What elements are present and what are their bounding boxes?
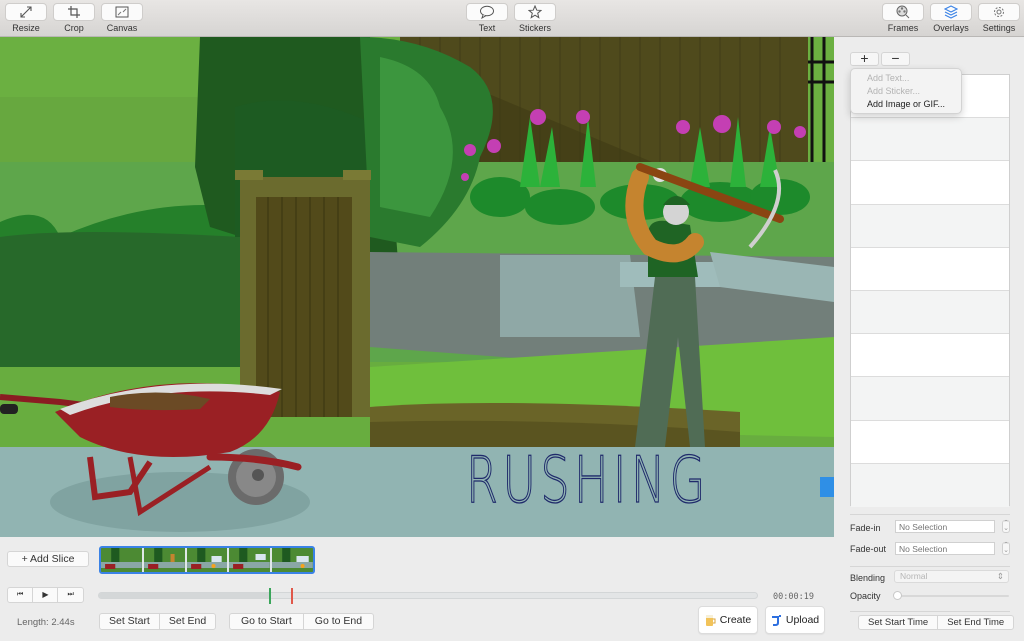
timeline-progress (99, 593, 271, 598)
overlay-list-row[interactable] (851, 161, 1009, 205)
layers-icon (944, 5, 958, 19)
chevron-updown-icon: ⇕ (996, 571, 1004, 581)
go-to-end-button[interactable]: Go to End (304, 614, 373, 629)
menu-item-add-image-or-gif[interactable]: Add Image or GIF... (867, 98, 961, 111)
crop-button[interactable]: Crop (53, 3, 95, 33)
divider (850, 611, 1010, 612)
overlay-list-row[interactable] (851, 421, 1009, 464)
set-start-button[interactable]: Set Start (100, 614, 160, 629)
slice-bounds-control: Set Start Set End (99, 613, 217, 630)
crop-label: Crop (64, 23, 84, 33)
filmstrip-frame[interactable] (143, 548, 187, 572)
giphy-upload-icon (771, 614, 781, 626)
skip-back-icon: ⏮ (17, 591, 24, 598)
add-overlay-button[interactable]: + (850, 51, 879, 66)
speech-bubble-icon (480, 5, 494, 19)
upload-button[interactable]: Upload (765, 606, 825, 634)
opacity-slider-knob[interactable] (893, 591, 902, 600)
star-icon (528, 5, 542, 19)
add-overlay-menu: Add Text... Add Sticker... Add Image or … (850, 68, 962, 114)
stickers-button[interactable]: Stickers (514, 3, 556, 33)
playback-controls: ⏮ ▶ ⏭ (7, 587, 84, 603)
play-icon: ▶ (42, 590, 49, 599)
frames-button[interactable]: Frames (882, 3, 924, 33)
opacity-slider[interactable] (896, 595, 1009, 597)
resize-label: Resize (12, 23, 40, 33)
preview-canvas[interactable]: RUSHING (0, 37, 834, 537)
canvas-label: Canvas (106, 23, 138, 33)
fade-out-label: Fade-out (850, 544, 887, 554)
upload-label: Upload (785, 614, 820, 626)
set-end-time-button[interactable]: Set End Time (938, 616, 1013, 629)
overlay-list-row[interactable] (851, 248, 1009, 291)
gear-icon (994, 7, 1004, 17)
frames-label: Frames (887, 23, 919, 33)
overlay-list[interactable] (850, 74, 1010, 507)
set-end-button[interactable]: Set End (160, 614, 215, 629)
blending-label: Blending (850, 573, 886, 583)
fade-in-stepper[interactable]: ⌃ ⌄ (1002, 520, 1010, 533)
overlay-list-row[interactable] (851, 118, 1009, 162)
timecode: 00:00:19 (773, 592, 814, 602)
overlays-label: Overlays (933, 23, 969, 33)
fade-out-stepper[interactable]: ⌃ ⌄ (1002, 542, 1010, 555)
create-button[interactable]: Create (698, 606, 758, 634)
start-marker[interactable] (268, 588, 271, 604)
filmstrip-frame[interactable] (229, 548, 273, 572)
timeline-panel: + Add Slice ⏮ ▶ ⏭ 00:00:19 Length: 2.44s… (0, 537, 834, 641)
canvas-icon (115, 6, 129, 18)
divider (850, 566, 1010, 567)
overlay-list-row[interactable] (851, 463, 1009, 507)
opacity-label: Opacity (850, 591, 881, 601)
filmstrip-frame[interactable] (101, 548, 144, 572)
toolbar: Resize Crop Canvas Text Stickers Frames … (0, 0, 1024, 37)
text-button[interactable]: Text (466, 3, 508, 33)
skip-forward-icon: ⏭ (67, 591, 74, 598)
add-slice-button[interactable]: + Add Slice (7, 551, 89, 567)
menu-item-add-sticker: Add Sticker... (867, 86, 921, 96)
overlay-list-row[interactable] (851, 334, 1009, 378)
crop-icon (68, 6, 80, 18)
go-to-start-button[interactable]: Go to Start (230, 614, 304, 629)
overlay-list-row[interactable] (851, 377, 1009, 421)
canvas-button[interactable]: Canvas (101, 3, 143, 33)
blending-value: Normal (900, 571, 928, 581)
timeline-scrubber[interactable] (98, 588, 758, 604)
overlay-list-row[interactable] (851, 290, 1009, 335)
overlay-caption-text[interactable]: RUSHING (466, 448, 710, 513)
stickers-label: Stickers (518, 23, 551, 33)
beer-mug-icon (705, 614, 716, 626)
navigation-control: Go to Start Go to End (229, 613, 375, 630)
time-segmented-control: Set Start Time Set End Time (858, 615, 1015, 630)
settings-button[interactable]: Settings (978, 3, 1020, 33)
create-label: Create (719, 614, 752, 626)
settings-label: Settings (982, 23, 1016, 33)
overlays-sidebar: + − Fade-in ⌃⌄ Fade-out ⌃⌄ Blending Norm… (834, 37, 1024, 641)
fade-in-label: Fade-in (850, 523, 881, 533)
resize-button[interactable]: Resize (5, 3, 47, 33)
filmstrip[interactable] (99, 546, 315, 574)
remove-overlay-button[interactable]: − (881, 51, 910, 66)
blending-select[interactable]: Normal ⇕ (894, 570, 1009, 583)
overlays-button[interactable]: Overlays (930, 3, 972, 33)
resize-icon (20, 6, 32, 18)
divider (850, 514, 1010, 515)
film-reel-icon (896, 5, 910, 19)
length-label: Length: 2.44s (17, 617, 75, 628)
fade-out-field[interactable] (895, 542, 995, 555)
end-marker[interactable] (291, 588, 294, 604)
menu-item-add-text: Add Text... (867, 73, 910, 83)
set-start-time-button[interactable]: Set Start Time (859, 616, 939, 629)
fade-in-field[interactable] (895, 520, 995, 533)
overlay-list-row[interactable] (851, 204, 1009, 248)
text-label: Text (478, 23, 496, 33)
next-frame-button[interactable]: ⏭ (58, 588, 82, 602)
play-button[interactable]: ▶ (33, 588, 59, 602)
filmstrip-frame[interactable] (272, 548, 313, 572)
previous-frame-button[interactable]: ⏮ (8, 588, 34, 602)
filmstrip-frame[interactable] (186, 548, 230, 572)
